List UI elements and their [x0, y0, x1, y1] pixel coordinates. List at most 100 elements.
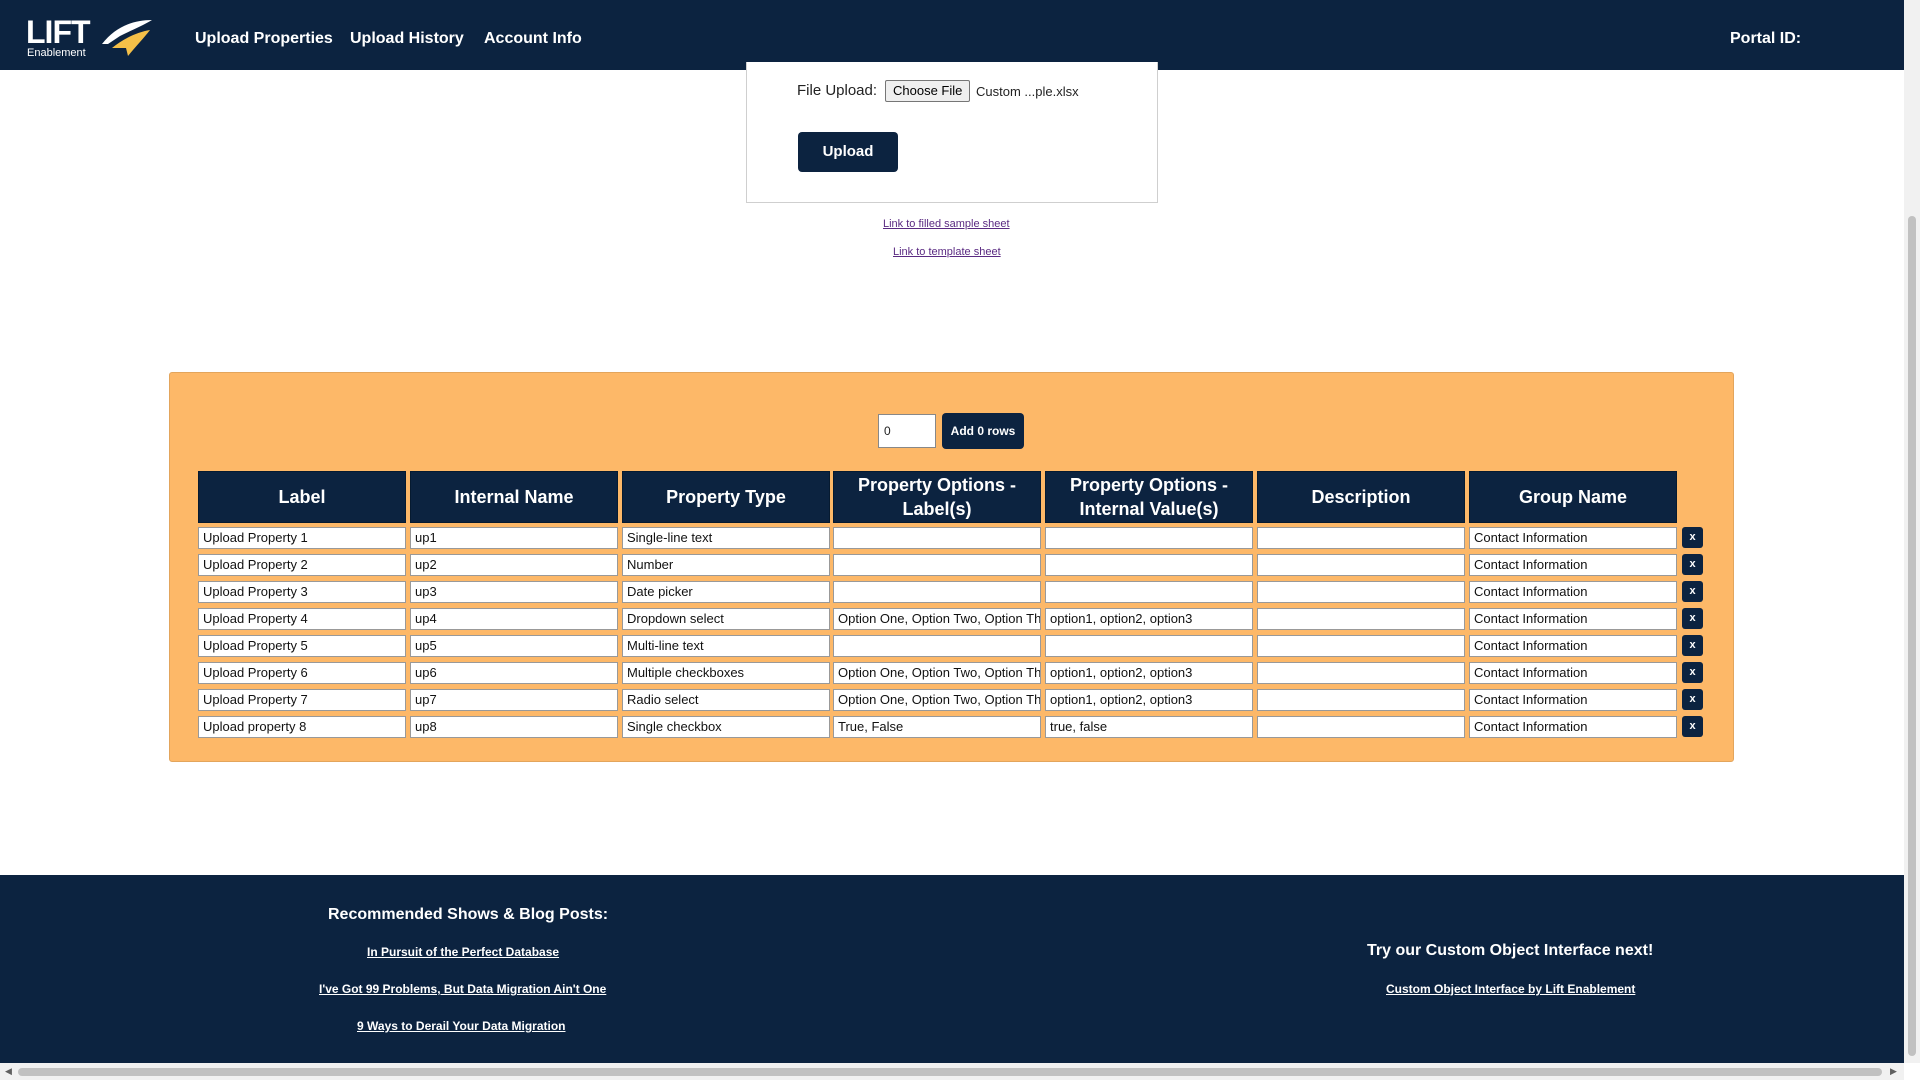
label-input[interactable]: Upload property 8 — [198, 716, 406, 738]
property-type-input[interactable]: Radio select — [622, 689, 830, 711]
delete-row-button[interactable]: x — [1682, 716, 1703, 737]
options-labels-input[interactable] — [833, 554, 1041, 576]
top-nav: LIFT Enablement Upload Properties Upload… — [0, 0, 1904, 70]
options-labels-input[interactable] — [833, 635, 1041, 657]
upload-card: File Upload: Choose File Custom ...ple.x… — [746, 62, 1158, 203]
delete-row-button[interactable]: x — [1682, 689, 1703, 710]
delete-row-button[interactable]: x — [1682, 527, 1703, 548]
property-type-input[interactable]: Dropdown select — [622, 608, 830, 630]
delete-row-button[interactable]: x — [1682, 635, 1703, 656]
nav-account-info[interactable]: Account Info — [484, 30, 582, 48]
options-labels-input[interactable]: Option One, Option Two, Option Three — [833, 608, 1041, 630]
internal-name-input[interactable]: up7 — [410, 689, 618, 711]
options-values-input[interactable]: option1, option2, option3 — [1045, 689, 1253, 711]
description-input[interactable] — [1257, 662, 1465, 684]
internal-name-input[interactable]: up3 — [410, 581, 618, 603]
internal-name-input[interactable]: up8 — [410, 716, 618, 738]
options-labels-input[interactable]: Option One, Option Two, Option Three — [833, 689, 1041, 711]
label-input[interactable]: Upload Property 7 — [198, 689, 406, 711]
options-values-input[interactable] — [1045, 527, 1253, 549]
internal-name-input[interactable]: up6 — [410, 662, 618, 684]
description-input[interactable] — [1257, 527, 1465, 549]
nav-upload-history[interactable]: Upload History — [350, 30, 464, 48]
sample-sheet-link[interactable]: Link to filled sample sheet — [883, 218, 1010, 230]
upload-button[interactable]: Upload — [798, 132, 898, 172]
description-input[interactable] — [1257, 554, 1465, 576]
header-options-values: Property Options - Internal Value(s) — [1045, 471, 1253, 523]
label-input[interactable]: Upload Property 1 — [198, 527, 406, 549]
options-labels-input[interactable] — [833, 527, 1041, 549]
property-type-input[interactable]: Date picker — [622, 581, 830, 603]
description-input[interactable] — [1257, 689, 1465, 711]
choose-file-button[interactable]: Choose File — [885, 80, 971, 102]
options-labels-input[interactable]: True, False — [833, 716, 1041, 738]
description-input[interactable] — [1257, 635, 1465, 657]
horizontal-scroll-thumb[interactable] — [18, 1068, 1882, 1076]
delete-row-button[interactable]: x — [1682, 662, 1703, 683]
internal-name-input[interactable]: up5 — [410, 635, 618, 657]
label-input[interactable]: Upload Property 4 — [198, 608, 406, 630]
header-description: Description — [1257, 471, 1465, 523]
options-labels-input[interactable]: Option One, Option Two, Option Three — [833, 662, 1041, 684]
property-type-input[interactable]: Number — [622, 554, 830, 576]
description-input[interactable] — [1257, 581, 1465, 603]
group-name-input[interactable]: Contact Information — [1469, 554, 1677, 576]
rows-count-input[interactable]: 0 — [878, 414, 936, 448]
group-name-input[interactable]: Contact Information — [1469, 662, 1677, 684]
nav-upload-properties[interactable]: Upload Properties — [195, 30, 333, 48]
template-sheet-link[interactable]: Link to template sheet — [893, 246, 1001, 258]
description-input[interactable] — [1257, 716, 1465, 738]
group-name-input[interactable]: Contact Information — [1469, 527, 1677, 549]
footer-link-custom-object[interactable]: Custom Object Interface by Lift Enableme… — [1386, 982, 1635, 996]
options-labels-input[interactable] — [833, 581, 1041, 603]
property-type-input[interactable]: Multiple checkboxes — [622, 662, 830, 684]
group-name-input[interactable]: Contact Information — [1469, 635, 1677, 657]
label-input[interactable]: Upload Property 6 — [198, 662, 406, 684]
options-values-input[interactable] — [1045, 581, 1253, 603]
label-input[interactable]: Upload Property 3 — [198, 581, 406, 603]
add-rows-button[interactable]: Add 0 rows — [942, 413, 1024, 449]
options-values-input[interactable] — [1045, 554, 1253, 576]
group-name-input[interactable]: Contact Information — [1469, 581, 1677, 603]
options-values-input[interactable]: true, false — [1045, 716, 1253, 738]
options-values-input[interactable]: option1, option2, option3 — [1045, 608, 1253, 630]
options-values-input[interactable]: option1, option2, option3 — [1045, 662, 1253, 684]
lift-logo[interactable]: LIFT Enablement — [26, 14, 156, 59]
vertical-scroll-thumb[interactable] — [1908, 216, 1916, 1056]
portal-id-label: Portal ID: — [1730, 30, 1802, 47]
delete-row-button[interactable]: x — [1682, 608, 1703, 629]
horizontal-scrollbar[interactable]: ◀ ▶ — [0, 1063, 1904, 1080]
label-input[interactable]: Upload Property 5 — [198, 635, 406, 657]
group-name-input[interactable]: Contact Information — [1469, 716, 1677, 738]
internal-name-input[interactable]: up4 — [410, 608, 618, 630]
vertical-scrollbar[interactable] — [1904, 0, 1920, 1063]
group-name-input[interactable]: Contact Information — [1469, 689, 1677, 711]
header-options-labels: Property Options - Label(s) — [833, 471, 1041, 523]
footer-link-derail-migration[interactable]: 9 Ways to Derail Your Data Migration — [357, 1019, 566, 1033]
header-internal-name: Internal Name — [410, 471, 618, 523]
footer-recommended-heading: Recommended Shows & Blog Posts: — [328, 906, 609, 923]
group-name-input[interactable]: Contact Information — [1469, 608, 1677, 630]
internal-name-input[interactable]: up1 — [410, 527, 618, 549]
property-type-input[interactable]: Single-line text — [622, 527, 830, 549]
footer: Recommended Shows & Blog Posts: In Pursu… — [0, 875, 1904, 1063]
header-label: Label — [198, 471, 406, 523]
logo-text: LIFT — [26, 14, 91, 50]
label-input[interactable]: Upload Property 2 — [198, 554, 406, 576]
file-upload-label: File Upload: — [797, 82, 878, 99]
footer-custom-object-heading: Try our Custom Object Interface next! — [1367, 942, 1654, 959]
selected-file-name: Custom ...ple.xlsx — [976, 84, 1079, 99]
delete-row-button[interactable]: x — [1682, 554, 1703, 575]
scroll-left-icon[interactable]: ◀ — [5, 1066, 12, 1077]
internal-name-input[interactable]: up2 — [410, 554, 618, 576]
header-group-name: Group Name — [1469, 471, 1677, 523]
scroll-right-icon[interactable]: ▶ — [1890, 1066, 1897, 1077]
description-input[interactable] — [1257, 608, 1465, 630]
logo-subtext: Enablement — [27, 47, 86, 59]
property-type-input[interactable]: Multi-line text — [622, 635, 830, 657]
footer-link-perfect-database[interactable]: In Pursuit of the Perfect Database — [367, 945, 559, 959]
footer-link-99-problems[interactable]: I've Got 99 Problems, But Data Migration… — [319, 982, 606, 996]
property-type-input[interactable]: Single checkbox — [622, 716, 830, 738]
options-values-input[interactable] — [1045, 635, 1253, 657]
delete-row-button[interactable]: x — [1682, 581, 1703, 602]
